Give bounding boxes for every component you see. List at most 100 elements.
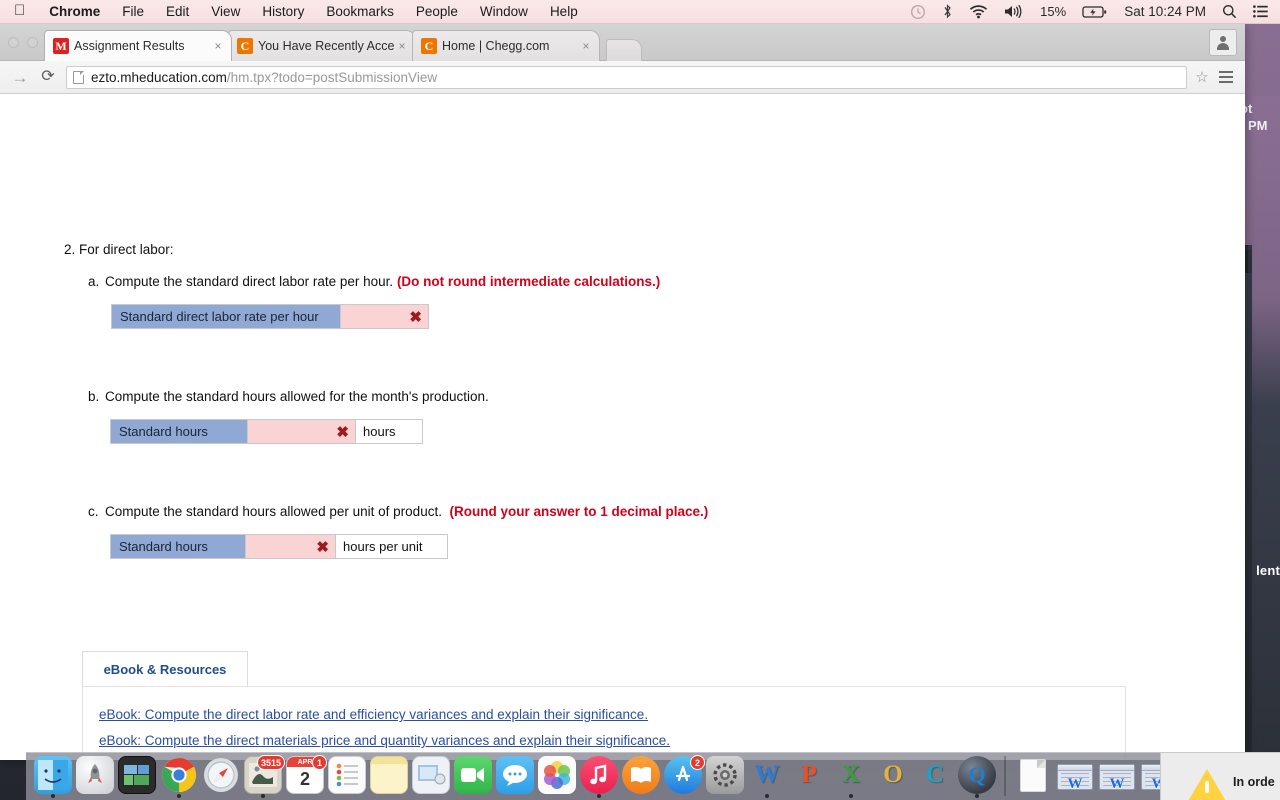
tab-title: You Have Recently Accepte	[258, 39, 395, 53]
bg-clock-line2: PM	[1248, 118, 1268, 133]
word-badge-icon: W	[1109, 775, 1125, 792]
dock-item-system-preferences[interactable]	[705, 756, 745, 798]
dock-item-calendar[interactable]: 1 APR 2	[285, 755, 327, 798]
reminders-icon	[328, 756, 366, 794]
address-bar-url: ezto.mheducation.com/hm.tpx?todo=postSub…	[91, 70, 437, 85]
system-notification-popup[interactable]: In orde	[1160, 752, 1280, 800]
menu-item-help[interactable]: Help	[539, 4, 589, 19]
dock-item-microsoft-powerpoint[interactable]: P	[789, 756, 829, 798]
volume-icon[interactable]	[996, 4, 1032, 19]
profile-avatar-button[interactable]	[1209, 29, 1237, 56]
warning-triangle-icon	[1187, 769, 1227, 800]
ebook-link-labor-variances[interactable]: eBook: Compute the direct labor rate and…	[99, 707, 648, 722]
forward-arrow-icon[interactable]: →	[6, 69, 34, 86]
menu-item-window[interactable]: Window	[469, 4, 539, 19]
menu-item-view[interactable]: View	[200, 4, 251, 19]
dock-item-facetime[interactable]	[453, 756, 493, 798]
dock-item-launchpad[interactable]	[75, 756, 115, 798]
tab-title: Home | Chegg.com	[442, 39, 550, 53]
menu-item-people[interactable]: People	[405, 4, 469, 19]
dock-item-itunes[interactable]	[579, 756, 619, 798]
dock-item-microsoft-onenote[interactable]: C	[915, 756, 955, 798]
reload-icon[interactable]: ⟳	[34, 69, 62, 85]
url-path: /hm.tpx?todo=postSubmissionView	[226, 69, 438, 85]
dock-item-finder[interactable]	[33, 756, 73, 798]
window-thumbnail: W	[1099, 763, 1135, 792]
powerpoint-icon: P	[801, 761, 817, 788]
menu-item-history[interactable]: History	[251, 4, 315, 19]
app-store-badge-count: 2	[690, 755, 705, 770]
menu-item-edit[interactable]: Edit	[155, 4, 200, 19]
messages-icon	[496, 756, 534, 794]
chrome-menu-icon[interactable]	[1213, 65, 1239, 89]
part-a-letter: a.	[88, 274, 100, 289]
bluetooth-icon[interactable]	[934, 3, 961, 20]
menu-item-bookmarks[interactable]: Bookmarks	[315, 4, 405, 19]
background-window[interactable]	[1252, 96, 1280, 770]
part-a-text: Compute the standard direct labor rate p…	[105, 274, 394, 289]
dock-item-mail[interactable]: 3515	[243, 755, 285, 798]
dock-minimized-word-1[interactable]: W	[1055, 756, 1095, 798]
dock-item-safari[interactable]	[201, 756, 241, 798]
dock-item-reminders[interactable]	[327, 756, 367, 798]
background-window-text-fragment: lent	[1256, 563, 1280, 578]
outlook-icon: O	[883, 761, 903, 788]
ibooks-icon	[622, 756, 660, 794]
tab-assignment-results[interactable]: M Assignment Results ×	[44, 30, 232, 61]
answer-input-b[interactable]: ✖	[248, 420, 355, 443]
part-c-hint: (Round your answer to 1 decimal place.)	[449, 504, 709, 519]
ebook-link-materials-variances[interactable]: eBook: Compute the direct materials pric…	[99, 733, 670, 748]
notification-text: In orde	[1233, 775, 1275, 789]
minimize-window-button[interactable]	[27, 37, 38, 48]
dock-item-app-store[interactable]: 2	[663, 755, 705, 798]
launchpad-rocket-icon	[76, 756, 114, 794]
dock-item-microsoft-word[interactable]: W	[747, 756, 787, 798]
incorrect-x-icon: ✖	[409, 308, 422, 326]
dock-item-photo-booth[interactable]	[411, 756, 451, 798]
person-icon	[1216, 35, 1230, 50]
answer-unit-c: hours per unit	[335, 535, 447, 558]
dock-item-microsoft-outlook[interactable]: O	[873, 756, 913, 798]
close-window-button[interactable]	[8, 37, 19, 48]
part-c-text: Compute the standard hours allowed per u…	[105, 504, 442, 519]
mail-badge-count: 3515	[256, 755, 285, 770]
tab-ebook-resources[interactable]: eBook & Resources	[82, 651, 248, 687]
dock-item-photos[interactable]	[537, 756, 577, 798]
address-bar[interactable]: ezto.mheducation.com/hm.tpx?todo=postSub…	[66, 65, 1187, 89]
tab-recently-accepted[interactable]: C You Have Recently Accepte ×	[228, 30, 416, 61]
spotlight-search-icon[interactable]	[1214, 4, 1245, 19]
dock-item-ibooks[interactable]	[621, 756, 661, 798]
apple-logo-icon[interactable]: 	[0, 3, 38, 18]
dock-minimized-word-2[interactable]: W	[1097, 756, 1137, 798]
dock-item-notes[interactable]	[369, 756, 409, 798]
menu-item-file[interactable]: File	[111, 4, 155, 19]
page-content: 2. For direct labor: a. Compute the stand…	[0, 94, 1245, 758]
menu-item-chrome[interactable]: Chrome	[38, 4, 111, 19]
time-machine-icon[interactable]	[902, 4, 934, 20]
dock-minimized-document[interactable]	[1013, 756, 1053, 798]
blank-document-glyph	[1020, 758, 1046, 792]
dock-item-quicktime-player[interactable]: Q	[957, 756, 997, 798]
incorrect-x-icon: ✖	[336, 423, 349, 441]
battery-charging-icon[interactable]	[1074, 5, 1116, 19]
dock-item-messages[interactable]	[495, 756, 535, 798]
menubar-clock[interactable]: Sat 10:24 PM	[1116, 4, 1214, 19]
dock-item-microsoft-excel[interactable]: X	[831, 756, 871, 798]
answer-label-c: Standard hours	[111, 535, 246, 558]
bookmark-star-icon[interactable]: ☆	[1191, 68, 1213, 86]
dock-item-google-chrome[interactable]	[159, 756, 199, 798]
wifi-icon[interactable]	[961, 4, 996, 19]
dock-item-mission-control[interactable]	[117, 756, 157, 798]
facetime-icon	[454, 756, 492, 794]
answer-input-a[interactable]: ✖	[341, 305, 428, 328]
answer-input-c[interactable]: ✖	[246, 535, 335, 558]
notification-center-icon[interactable]	[1245, 5, 1280, 18]
new-tab-button[interactable]	[606, 39, 642, 61]
tab-close-icon[interactable]: ×	[579, 40, 593, 52]
word-badge-icon: W	[1067, 775, 1083, 792]
tab-close-icon[interactable]: ×	[395, 40, 409, 52]
mac-menu-bar:  Chrome File Edit View History Bookmark…	[0, 0, 1280, 24]
tab-chegg-home[interactable]: C Home | Chegg.com ×	[412, 30, 600, 61]
part-c-letter: c.	[88, 504, 99, 519]
tab-close-icon[interactable]: ×	[211, 40, 225, 52]
